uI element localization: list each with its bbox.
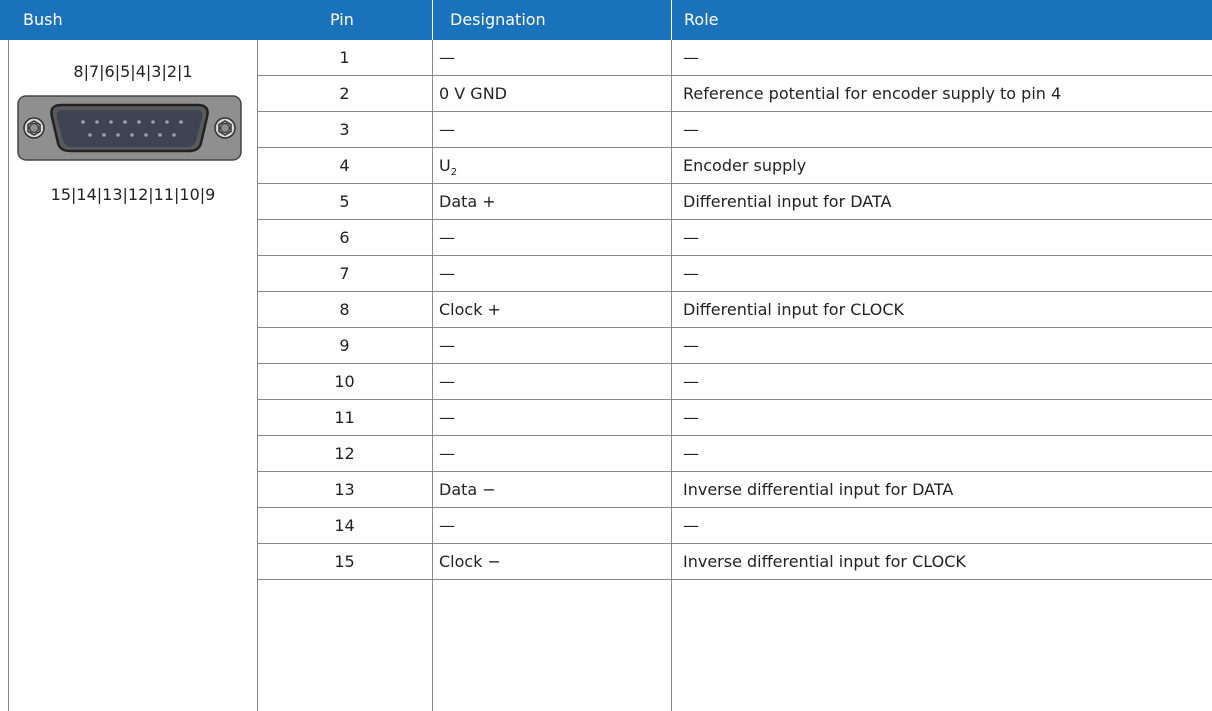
- table-row: 1 — —: [258, 40, 1212, 76]
- designation-cell: —: [439, 336, 455, 355]
- table-row: 4 U2 Encoder supply: [258, 148, 1212, 184]
- designation-cell: —: [439, 444, 455, 463]
- designation-subscript: 2: [450, 167, 458, 179]
- pin-cell: 12: [334, 444, 355, 463]
- pin-cell: 8: [339, 300, 350, 319]
- table-row: 8 Clock + Differential input for CLOCK: [258, 292, 1212, 328]
- table-header: Bush Pin Designation Role: [0, 0, 1212, 40]
- table-row: 14 — —: [258, 508, 1212, 544]
- table-row: 9 — —: [258, 328, 1212, 364]
- table-row: 6 — —: [258, 220, 1212, 256]
- designation-cell: —: [439, 264, 455, 283]
- table-row: 3 — —: [258, 112, 1212, 148]
- table-row: 15 Clock − Inverse differential input fo…: [258, 544, 1212, 580]
- designation-cell: 0 V GND: [439, 84, 507, 103]
- role-cell: Inverse differential input for CLOCK: [683, 552, 966, 571]
- pin-cell: 5: [339, 192, 350, 211]
- pin-cell: 1: [339, 48, 350, 67]
- designation-cell: —: [439, 120, 455, 139]
- designation-cell: U2: [439, 148, 669, 183]
- pin-cell: 3: [339, 120, 350, 139]
- designation-cell: Clock −: [439, 552, 501, 571]
- role-cell: Encoder supply: [683, 156, 807, 175]
- designation-cell: —: [439, 516, 455, 535]
- designation-cell: —: [439, 372, 455, 391]
- role-cell: —: [683, 264, 699, 283]
- designation-cell: Data −: [439, 480, 496, 499]
- role-cell: —: [683, 444, 699, 463]
- role-cell: —: [683, 228, 699, 247]
- role-cell: —: [683, 516, 699, 535]
- role-cell: —: [683, 408, 699, 427]
- table-row: 12 — —: [258, 436, 1212, 472]
- pin-cell: 11: [334, 408, 355, 427]
- role-cell: —: [683, 120, 699, 139]
- role-cell: Differential input for DATA: [683, 192, 892, 211]
- header-designation: Designation: [450, 10, 546, 29]
- connector-top-pin-numbers: 8|7|6|5|4|3|2|1: [73, 62, 193, 81]
- role-cell: —: [683, 336, 699, 355]
- designation-text: U: [439, 156, 451, 175]
- designation-cell: —: [439, 408, 455, 427]
- designation-cell: Clock +: [439, 300, 501, 319]
- pin-cell: 14: [334, 516, 355, 535]
- table-row: 13 Data − Inverse differential input for…: [258, 472, 1212, 508]
- pin-cell: 7: [339, 264, 350, 283]
- pin-cell: 9: [339, 336, 350, 355]
- pin-cell: 13: [334, 480, 355, 499]
- header-divider: [432, 0, 433, 40]
- designation-cell: Data +: [439, 192, 496, 211]
- pin-cell: 10: [334, 372, 355, 391]
- table-row: 10 — —: [258, 364, 1212, 400]
- role-cell: —: [683, 48, 699, 67]
- pin-cell: 15: [334, 552, 355, 571]
- header-pin: Pin: [330, 10, 354, 29]
- header-divider: [671, 0, 672, 40]
- pin-cell: 6: [339, 228, 350, 247]
- table-row: 2 0 V GND Reference potential for encode…: [258, 76, 1212, 112]
- table-row: 11 — —: [258, 400, 1212, 436]
- table-row: 7 — —: [258, 256, 1212, 292]
- pin-assignment-table: Bush Pin Designation Role 8|7|6|5|4|3|2|…: [0, 0, 1212, 711]
- role-cell: Differential input for CLOCK: [683, 300, 904, 319]
- header-bush: Bush: [23, 10, 63, 29]
- designation-cell: —: [439, 228, 455, 247]
- pin-cell: 2: [339, 84, 350, 103]
- d-sub-15-pin-connector-icon: [17, 95, 242, 161]
- role-cell: Inverse differential input for DATA: [683, 480, 954, 499]
- role-cell: Reference potential for encoder supply t…: [683, 84, 1062, 103]
- role-cell: —: [683, 372, 699, 391]
- connector-bottom-pin-numbers: 15|14|13|12|11|10|9: [50, 185, 216, 204]
- header-role: Role: [684, 10, 719, 29]
- table-row: 5 Data + Differential input for DATA: [258, 184, 1212, 220]
- designation-cell: —: [439, 48, 455, 67]
- pin-cell: 4: [339, 156, 350, 175]
